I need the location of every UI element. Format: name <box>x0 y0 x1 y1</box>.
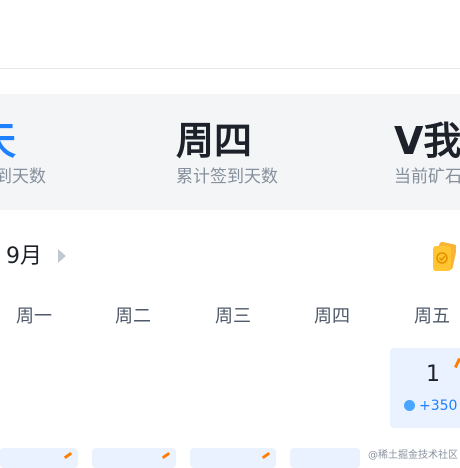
day-number: 1 <box>426 362 440 387</box>
weekday-header: 周一 周二 周三 周四 周五 <box>0 300 460 334</box>
calendar-day-today[interactable]: 1 +350 <box>390 348 460 428</box>
calendar-day[interactable] <box>0 448 78 468</box>
stat-label: 当前矿石 <box>394 167 460 187</box>
weekday-mon: 周一 <box>16 306 52 327</box>
weekday-fri: 周五 <box>414 306 450 327</box>
reward-amount: +350 <box>419 398 458 414</box>
calendar-day[interactable] <box>190 448 276 468</box>
stat-value: 天 <box>0 118 16 164</box>
stat-value: 周四 <box>176 119 253 163</box>
top-bar <box>0 0 460 69</box>
calendar-day[interactable] <box>92 448 176 468</box>
next-month-chevron-icon[interactable] <box>58 249 66 263</box>
stats-panel: 天 签到天数 周四 累计签到天数 V我 当前矿石 <box>0 94 460 210</box>
stat-label: 累计签到天数 <box>176 167 278 187</box>
calendar-day[interactable] <box>290 448 360 468</box>
ribbon-corner-icon <box>63 451 73 460</box>
watermark: @稀土掘金技术社区 <box>368 450 458 461</box>
ribbon-corner-icon <box>161 451 171 460</box>
stat-label: 签到天数 <box>0 167 46 187</box>
day-reward: +350 <box>404 398 457 414</box>
stat-value: V我 <box>394 119 460 163</box>
weekday-wed: 周三 <box>215 306 251 327</box>
weekday-thu: 周四 <box>314 306 350 327</box>
weekday-tue: 周二 <box>115 306 151 327</box>
calendar-month: 9月 <box>6 244 42 269</box>
gem-icon <box>404 400 415 411</box>
ribbon-corner-icon <box>261 451 271 460</box>
card-gift-icon[interactable] <box>432 242 456 272</box>
